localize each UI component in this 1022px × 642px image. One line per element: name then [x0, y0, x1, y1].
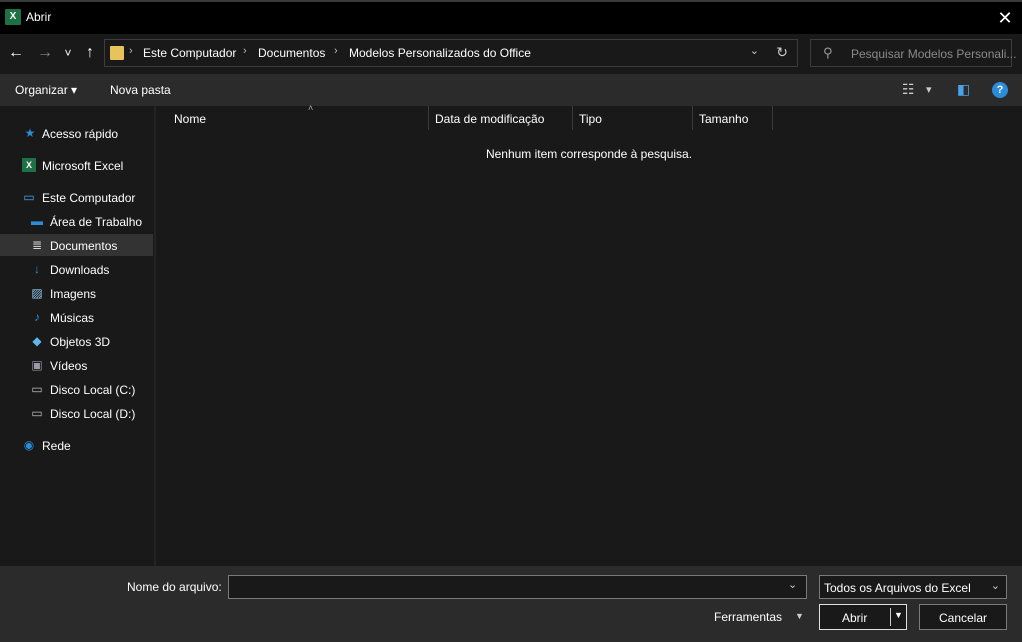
filename-input[interactable]	[228, 575, 807, 599]
window-title: Abrir	[26, 10, 52, 24]
split-divider	[890, 608, 891, 626]
breadcrumb-separator: ›	[334, 45, 338, 57]
chevron-down-icon: ⌄	[990, 580, 1000, 592]
column-type-label: Tipo	[579, 112, 602, 126]
sidebar-item-objetos-3d[interactable]: ◆ Objetos 3D	[0, 330, 153, 352]
file-type-select[interactable]: Todos os Arquivos do Excel ⌄	[819, 575, 1007, 599]
search-placeholder: Pesquisar Modelos Personali...	[851, 47, 1017, 61]
filename-label: Nome do arquivo:	[127, 580, 222, 594]
new-folder-button[interactable]: Nova pasta	[110, 83, 171, 97]
sort-ascending-icon: ˄	[308, 103, 314, 113]
drive-c-icon: ▭	[31, 382, 43, 396]
dialog-footer: Nome do arquivo: ⌄ Todos os Arquivos do …	[0, 566, 1022, 642]
column-size-label: Tamanho	[699, 112, 749, 126]
sidebar-item-imagens[interactable]: ▨ Imagens	[0, 282, 153, 304]
sidebar-item-label: Documentos	[50, 239, 118, 253]
excel-app-icon: X	[5, 9, 21, 25]
star-icon: ★	[24, 126, 36, 140]
filename-dropdown-icon[interactable]: ⌄	[788, 578, 797, 591]
sidebar-item-label: Imagens	[50, 287, 97, 301]
sidebar-item-label: Microsoft Excel	[42, 159, 124, 173]
view-options-icon[interactable]: ☷	[902, 81, 915, 98]
breadcrumb-modelos[interactable]: Modelos Personalizados do Office	[349, 46, 531, 60]
organize-button[interactable]: Organizar ▾	[15, 83, 77, 97]
breadcrumb-separator: ›	[129, 45, 133, 57]
address-dropdown-icon[interactable]: ⌄	[750, 44, 759, 57]
breadcrumb-documentos[interactable]: Documentos	[258, 46, 325, 60]
up-button[interactable]: ↑	[79, 42, 101, 64]
sidebar-item-label: Vídeos	[50, 359, 88, 373]
drive-d-icon: ▭	[31, 406, 43, 420]
sidebar-item-label: Disco Local (D:)	[50, 407, 136, 421]
navigation-bar: ← → ˅ ↑ › Este Computador › Documentos ›…	[0, 34, 1022, 74]
breadcrumb-este-computador[interactable]: Este Computador	[143, 46, 236, 60]
column-header-size[interactable]: Tamanho	[693, 106, 773, 130]
open-button[interactable]: Abrir ▼	[819, 604, 907, 630]
sidebar-item-label: Acesso rápido	[42, 127, 119, 141]
navigation-pane: ★ Acesso rápido X Microsoft Excel ▭ Este…	[0, 106, 154, 566]
recent-locations-button[interactable]: ˅	[59, 42, 77, 64]
sidebar-item-documentos[interactable]: ≣ Documentos	[0, 234, 153, 256]
tools-dropdown-icon[interactable]: ▼	[795, 611, 804, 621]
cancel-button[interactable]: Cancelar	[919, 604, 1007, 630]
open-button-label: Abrir	[842, 611, 868, 625]
sidebar-item-disco-d[interactable]: ▭ Disco Local (D:)	[0, 402, 153, 424]
sidebar-item-acesso-rapido[interactable]: ★ Acesso rápido	[0, 122, 153, 144]
refresh-icon[interactable]: ↻	[776, 44, 788, 61]
sidebar-item-label: Objetos 3D	[50, 335, 111, 349]
column-modified-label: Data de modificação	[435, 112, 545, 126]
sidebar-item-disco-c[interactable]: ▭ Disco Local (C:)	[0, 378, 153, 400]
sidebar-item-videos[interactable]: ▣ Vídeos	[0, 354, 153, 376]
document-icon: ≣	[31, 238, 43, 252]
forward-button[interactable]: →	[34, 42, 56, 64]
preview-pane-icon[interactable]: ◧	[957, 81, 970, 98]
sidebar-item-label: Rede	[42, 439, 71, 453]
open-options-icon[interactable]: ▼	[894, 610, 903, 620]
cancel-button-label: Cancelar	[938, 611, 988, 625]
column-name-label: Nome	[174, 112, 207, 126]
sidebar-item-label: Downloads	[50, 263, 110, 277]
help-icon[interactable]: ?	[992, 82, 1008, 98]
tools-button[interactable]: Ferramentas	[714, 610, 782, 624]
sidebar-item-label: Músicas	[50, 311, 95, 325]
search-box[interactable]: ⚲ Pesquisar Modelos Personali...	[810, 39, 1016, 67]
sidebar-item-downloads[interactable]: ↓ Downloads	[0, 258, 153, 280]
column-header-name[interactable]: Nome ˄	[168, 103, 429, 130]
sidebar-item-rede[interactable]: ◉ Rede	[0, 434, 153, 456]
file-type-value: Todos os Arquivos do Excel	[824, 581, 971, 595]
column-header-type[interactable]: Tipo	[573, 106, 693, 130]
sidebar-item-label: Disco Local (C:)	[50, 383, 136, 397]
empty-message: Nenhum item corresponde à pesquisa.	[485, 147, 693, 161]
sidebar-item-musicas[interactable]: ♪ Músicas	[0, 306, 153, 328]
sidebar-item-microsoft-excel[interactable]: X Microsoft Excel	[0, 154, 153, 176]
search-icon: ⚲	[823, 45, 833, 60]
command-toolbar: Organizar ▾ Nova pasta ☷ ▾ ◧ ?	[0, 74, 1022, 106]
network-icon: ◉	[23, 438, 35, 452]
back-button[interactable]: ←	[5, 42, 27, 64]
breadcrumb-separator: ›	[243, 45, 247, 57]
sidebar-item-label: Área de Trabalho	[50, 215, 143, 229]
title-bar: X Abrir ✕	[0, 0, 1022, 34]
close-button[interactable]: ✕	[988, 2, 1022, 34]
image-icon: ▨	[31, 286, 43, 300]
video-icon: ▣	[31, 358, 43, 372]
cube-icon: ◆	[32, 334, 42, 348]
sidebar-item-label: Este Computador	[42, 191, 136, 205]
download-icon: ↓	[34, 262, 40, 276]
desktop-icon: ▬	[31, 214, 43, 228]
computer-icon: ▭	[23, 190, 35, 204]
excel-icon: X	[22, 158, 36, 172]
file-list[interactable]: Nome ˄ Data de modificação Tipo Tamanho …	[156, 103, 1022, 566]
sidebar-item-este-computador[interactable]: ▭ Este Computador	[0, 186, 153, 208]
folder-icon	[110, 46, 124, 60]
column-header-modified[interactable]: Data de modificação	[429, 106, 573, 130]
sidebar-item-area-de-trabalho[interactable]: ▬ Área de Trabalho	[0, 210, 153, 232]
view-dropdown-icon[interactable]: ▾	[926, 83, 932, 96]
address-bar[interactable]: › Este Computador › Documentos › Modelos…	[104, 39, 798, 67]
music-icon: ♪	[34, 310, 40, 324]
